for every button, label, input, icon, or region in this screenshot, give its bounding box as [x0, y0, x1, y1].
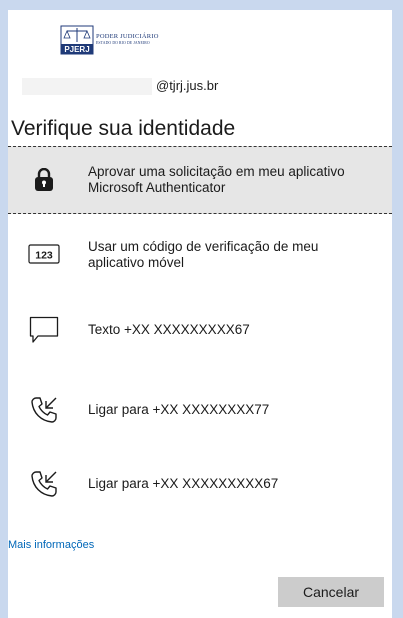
- option-verification-code[interactable]: 123 Usar um código de verificação de meu…: [8, 224, 392, 284]
- option-label: Aprovar uma solicitação em meu aplicativ…: [88, 164, 345, 195]
- option-label: Ligar para +XX XXXXXXXXX67: [88, 476, 279, 491]
- phone-icon: [24, 464, 64, 504]
- 123-icon-text: 123: [35, 250, 53, 262]
- page-title: Verifique sua identidade: [11, 117, 236, 140]
- scales-of-justice-icon: PJERJ: [60, 25, 94, 55]
- sign-in-dialog: PJERJ PODER JUDICIÁRIO ESTADO DO RIO DE …: [8, 10, 392, 618]
- option-label: Texto +XX XXXXXXXXX67: [88, 322, 250, 337]
- cancel-button[interactable]: Cancelar: [278, 577, 384, 607]
- email-domain: @tjrj.jus.br: [156, 78, 219, 93]
- chat-icon: [24, 310, 64, 350]
- logo-line-2: ESTADO DO RIO DE JANEIRO: [96, 41, 150, 46]
- option-call-phone-77[interactable]: Ligar para +XX XXXXXXXX77: [8, 384, 392, 436]
- option-label: Ligar para +XX XXXXXXXX77: [88, 402, 270, 417]
- lock-icon: [24, 160, 64, 200]
- option-sms-text[interactable]: Texto +XX XXXXXXXXX67: [8, 304, 392, 356]
- option-call-phone-67[interactable]: Ligar para +XX XXXXXXXXX67: [8, 458, 392, 510]
- phone-icon: [24, 390, 64, 430]
- account-identifier: @tjrj.jus.br: [22, 76, 322, 100]
- page-background: PJERJ PODER JUDICIÁRIO ESTADO DO RIO DE …: [0, 0, 403, 618]
- logo-line-1: PODER JUDICIÁRIO: [96, 32, 159, 40]
- 123-icon: 123: [24, 234, 64, 274]
- pjerj-logo: PJERJ PODER JUDICIÁRIO ESTADO DO RIO DE …: [60, 25, 159, 55]
- redacted-username: [22, 78, 152, 95]
- option-authenticator-approve[interactable]: Aprovar uma solicitação em meu aplicativ…: [8, 146, 392, 214]
- option-label: Usar um código de verificação de meu apl…: [88, 239, 319, 270]
- more-info-link[interactable]: Mais informações: [8, 539, 94, 551]
- logo-badge-text: PJERJ: [64, 45, 89, 54]
